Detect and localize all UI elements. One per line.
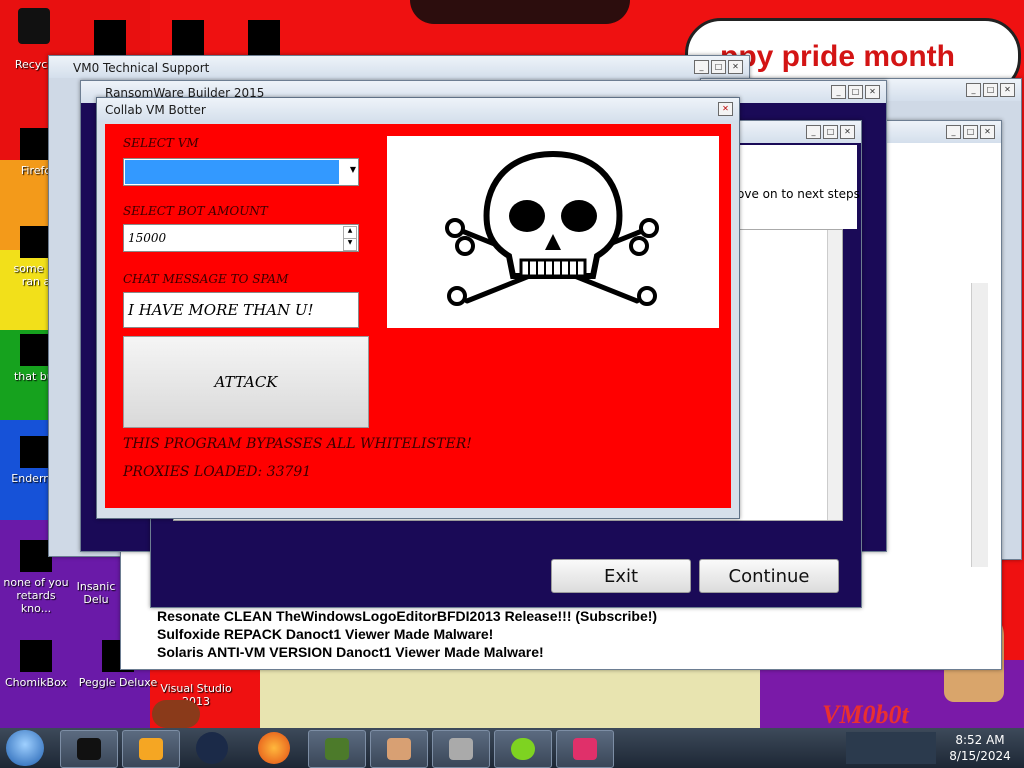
taskbar-app-2[interactable] <box>122 730 180 768</box>
botter-panel: SELECT VM ▼ SELECT BOT AMOUNT 15000 ▲ ▼ … <box>105 124 731 508</box>
desktop-icon-b[interactable] <box>172 20 204 56</box>
proxies-status: PROXIES LOADED: 33791 <box>123 464 312 480</box>
taskbar-app-9[interactable] <box>556 730 614 768</box>
window-collab-vm-botter[interactable]: Collab VM Botter ✕ SELECT VM ▼ SELECT BO… <box>96 97 740 519</box>
scrollbar[interactable] <box>827 230 842 520</box>
bot-amount-value: 15000 <box>128 231 167 245</box>
minimize-icon[interactable]: _ <box>831 85 846 99</box>
window-title: Collab VM Botter <box>105 103 206 117</box>
minecraft-icon <box>325 738 349 760</box>
taskbar-app-3-icon[interactable] <box>196 732 228 764</box>
window-title: VM0 Technical Support <box>73 61 210 75</box>
maximize-icon[interactable]: □ <box>823 125 838 139</box>
wallpaper-mask-shape <box>410 0 630 24</box>
clock-time: 8:52 AM <box>955 733 1005 747</box>
select-vm-label: SELECT VM <box>123 136 199 150</box>
app-icon <box>511 738 535 760</box>
titlebar[interactable]: VM0 Technical Support _ □ ✕ <box>49 56 749 78</box>
start-button[interactable] <box>6 730 44 766</box>
app-icon <box>573 738 597 760</box>
close-icon[interactable]: ✕ <box>840 125 855 139</box>
close-icon[interactable]: ✕ <box>728 60 743 74</box>
tray-icons[interactable] <box>846 732 936 764</box>
attack-button[interactable]: ATTACK <box>123 336 369 428</box>
taskbar-app-1[interactable] <box>60 730 118 768</box>
bypass-notice: THIS PROGRAM BYPASSES ALL WHITELISTER! <box>123 436 472 452</box>
skull-image <box>387 136 719 328</box>
taskbar-app-8[interactable] <box>494 730 552 768</box>
desktop-icon-a[interactable] <box>94 20 126 56</box>
terminal-icon <box>77 738 101 760</box>
taskbar-app-5[interactable] <box>308 730 366 768</box>
chat-message-value: I HAVE MORE THAN U! <box>128 301 314 319</box>
list-item[interactable]: Resonate CLEAN TheWindowsLogoEditorBFDI2… <box>157 607 657 625</box>
skull-crossbones-icon <box>445 150 659 306</box>
bot-amount-stepper[interactable]: 15000 ▲ ▼ <box>123 224 359 252</box>
release-list: Resonate CLEAN TheWindowsLogoEditorBFDI2… <box>157 607 657 661</box>
vm-select[interactable]: ▼ <box>123 158 359 186</box>
close-icon[interactable]: ✕ <box>718 102 733 116</box>
chat-message-input[interactable]: I HAVE MORE THAN U! <box>123 292 359 328</box>
desktop-icon-label: ChomikBox <box>5 676 67 689</box>
maximize-icon[interactable]: □ <box>848 85 863 99</box>
continue-button[interactable]: Continue <box>699 559 839 593</box>
vm-select-value <box>125 160 339 184</box>
skull-icon <box>449 738 473 760</box>
clock[interactable]: 8:52 AM 8/15/2024 <box>938 732 1022 764</box>
chevron-down-icon[interactable]: ▼ <box>350 165 356 174</box>
titlebar[interactable]: Collab VM Botter ✕ <box>97 98 739 122</box>
list-item[interactable]: Solaris ANTI-VM VERSION Danoct1 Viewer M… <box>157 643 657 661</box>
maximize-icon[interactable]: □ <box>963 125 978 139</box>
installer-instructions: ove on to next steps <box>737 187 860 201</box>
watermark-text: VM0b0t <box>822 700 909 728</box>
banner-text: ppy pride month <box>720 40 955 73</box>
exit-button[interactable]: Exit <box>551 559 691 593</box>
minimize-icon[interactable]: _ <box>694 60 709 74</box>
chat-message-label: CHAT MESSAGE TO SPAM <box>123 272 289 286</box>
wallpaper-bottom <box>260 670 760 728</box>
list-item[interactable]: Sulfoxide REPACK Danoct1 Viewer Made Mal… <box>157 625 657 643</box>
scrollbar[interactable] <box>971 283 988 567</box>
minimize-icon[interactable]: _ <box>946 125 961 139</box>
recycle-bin-icon[interactable] <box>18 8 50 44</box>
firefox-icon[interactable] <box>258 732 290 764</box>
desktop-icon-label: Insanic Delu <box>76 580 116 606</box>
taskbar-app-6[interactable] <box>370 730 428 768</box>
user-icon <box>387 738 411 760</box>
stepper-down-icon[interactable]: ▼ <box>343 238 357 251</box>
maximize-icon[interactable]: □ <box>711 60 726 74</box>
close-icon[interactable]: ✕ <box>865 85 880 99</box>
bot-amount-label: SELECT BOT AMOUNT <box>123 204 268 218</box>
desktop-icon-c[interactable] <box>248 20 280 56</box>
desktop-icon-label: Firefo <box>20 164 52 177</box>
desktop-icon-label: none of you retards kno... <box>3 576 69 615</box>
desktop-icon-insanic[interactable]: Insanic Delu <box>64 580 128 606</box>
maximize-icon[interactable]: □ <box>983 83 998 97</box>
taskbar: 8:52 AM 8/15/2024 <box>0 728 1024 768</box>
turkey-icon <box>152 700 200 728</box>
desktop-icon-chomikbox[interactable]: ChomikBox <box>0 640 72 689</box>
chomikbox-icon <box>20 640 52 672</box>
close-icon[interactable]: ✕ <box>980 125 995 139</box>
minimize-icon[interactable]: _ <box>806 125 821 139</box>
taskbar-app-7[interactable] <box>432 730 490 768</box>
desktop-icon-label: Peggle Deluxe <box>78 676 158 689</box>
clock-date: 8/15/2024 <box>949 749 1011 763</box>
close-icon[interactable]: ✕ <box>1000 83 1015 97</box>
minimize-icon[interactable]: _ <box>966 83 981 97</box>
media-player-icon <box>139 738 163 760</box>
